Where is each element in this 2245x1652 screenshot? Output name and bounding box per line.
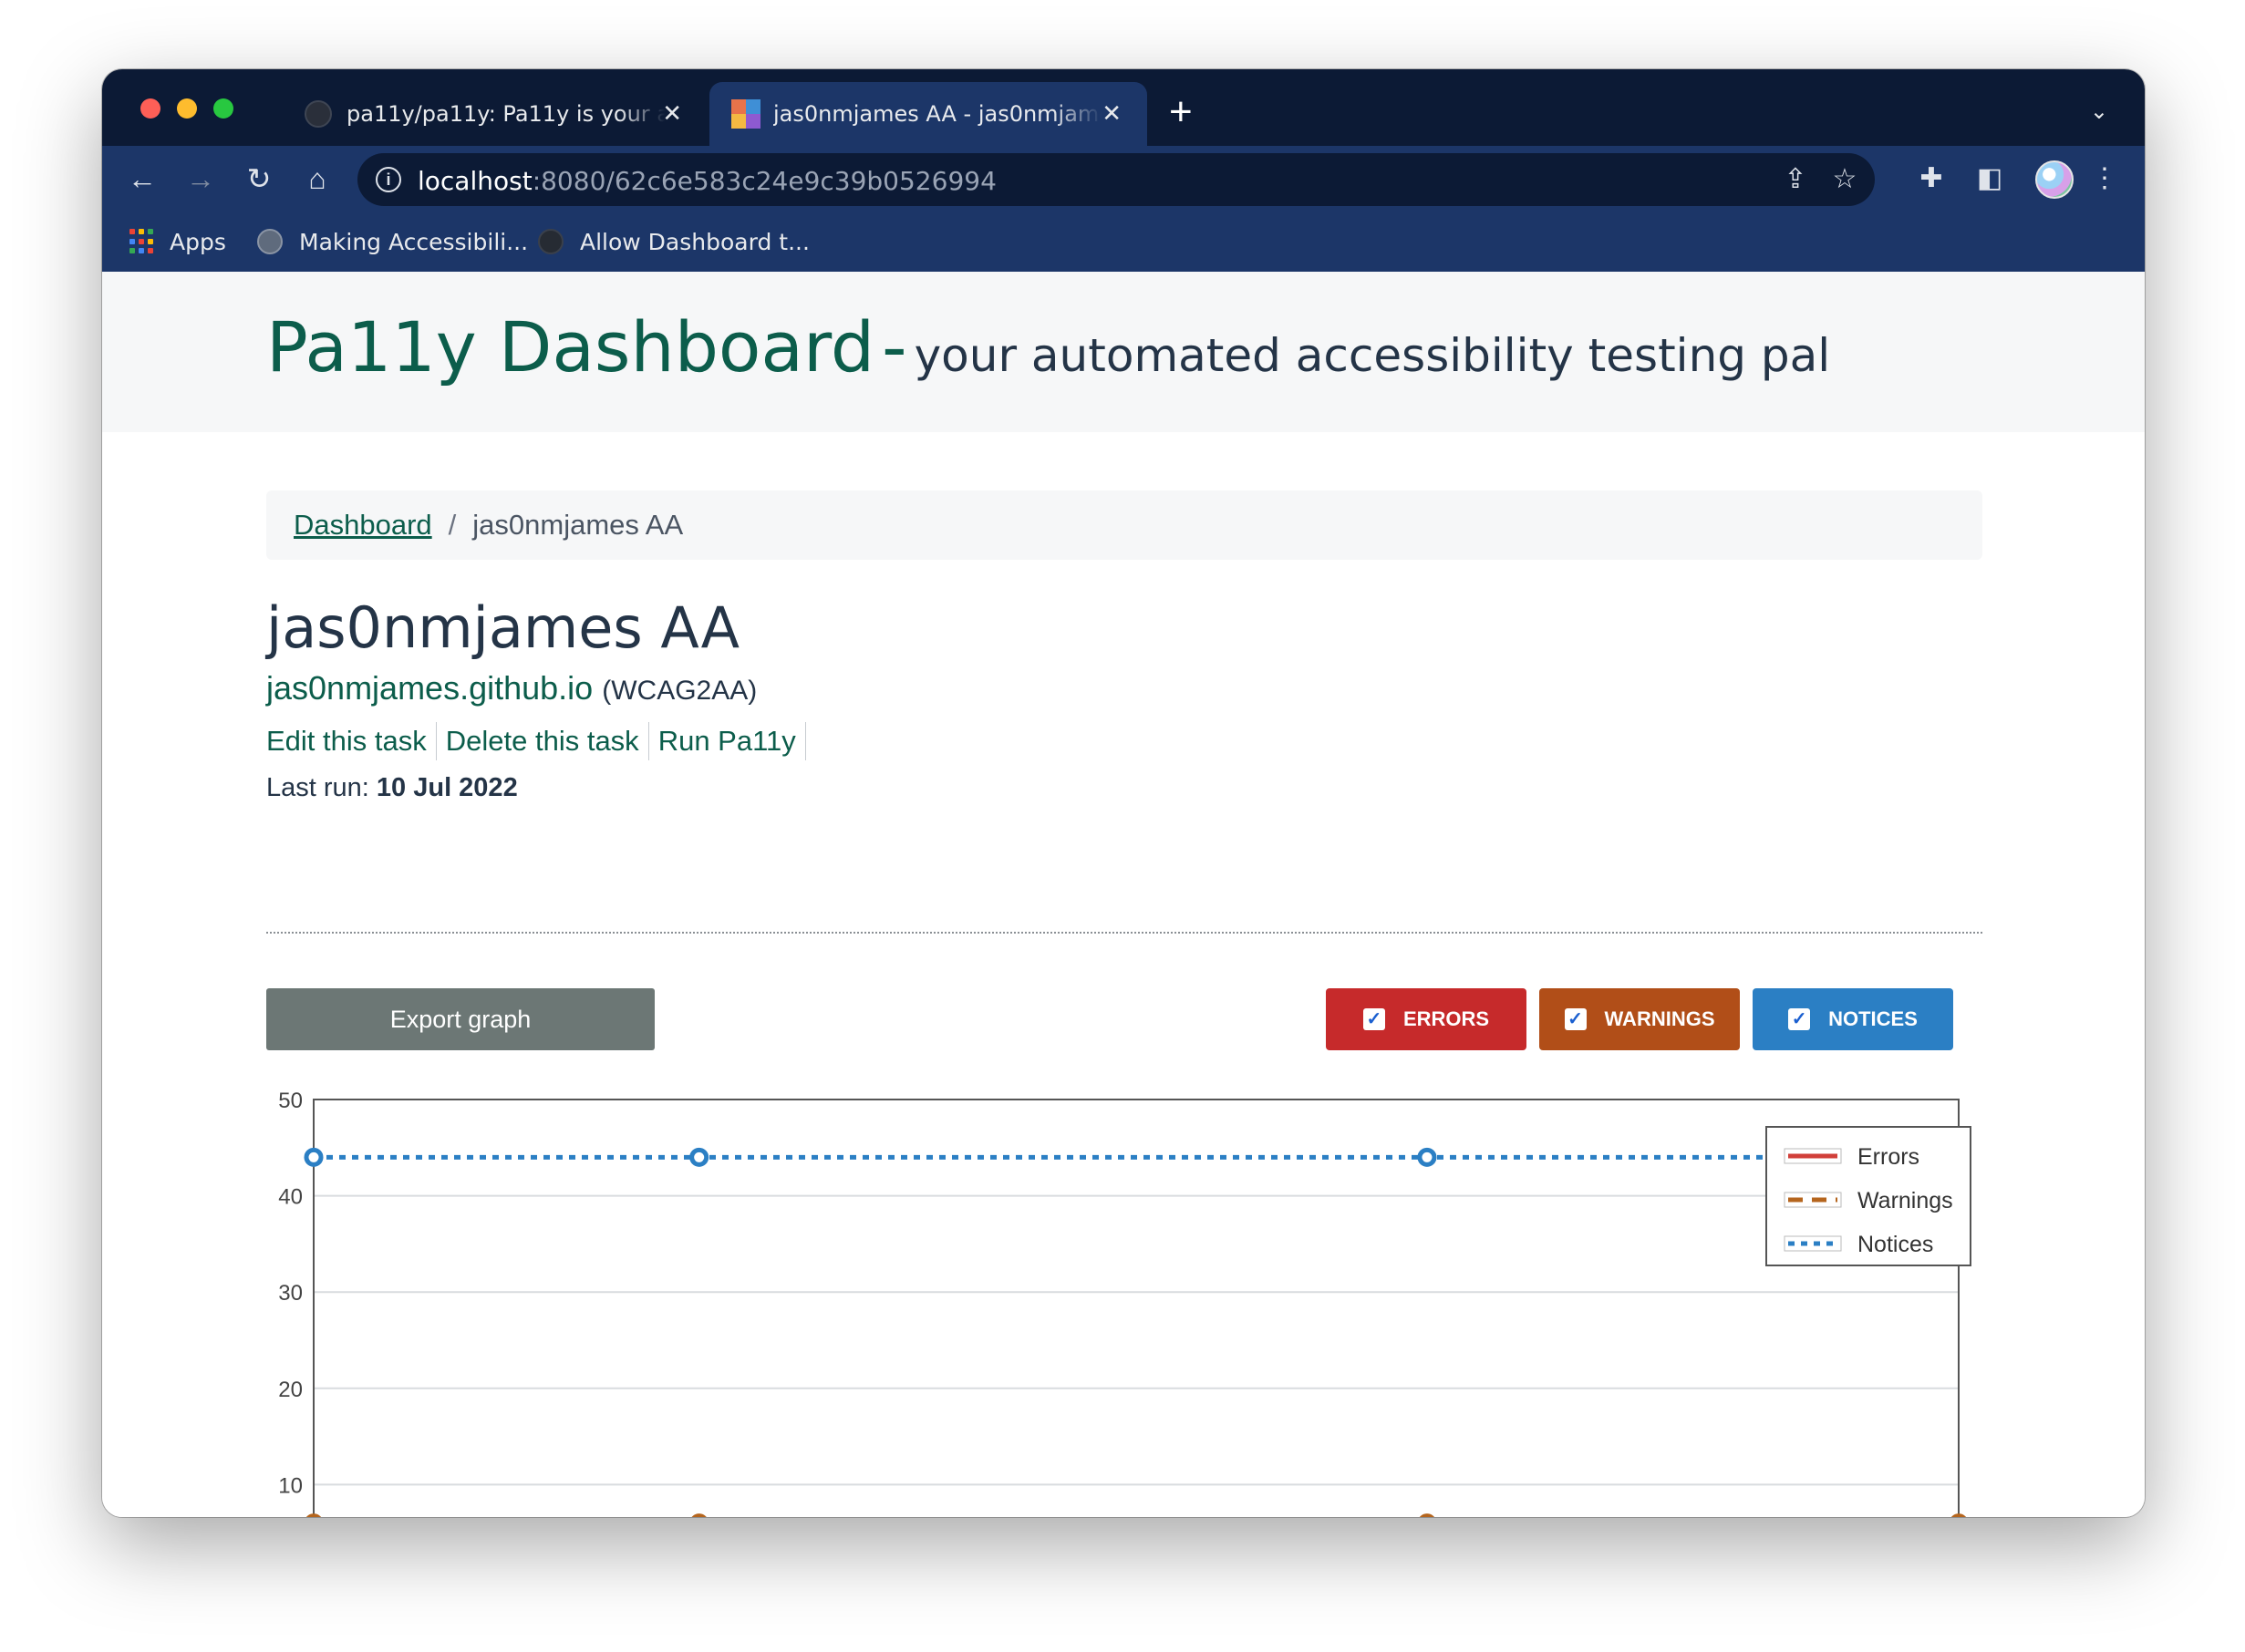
share-icon[interactable]: ⇪ (1780, 164, 1811, 195)
tab-title: pa11y/pa11y: Pa11y is your automated acc… (347, 101, 666, 127)
browser-window: pa11y/pa11y: Pa11y is your automated acc… (102, 69, 2145, 1517)
apps-grid-icon (129, 229, 155, 254)
toggle-label: ERRORS (1402, 1007, 1490, 1030)
breadcrumb-dashboard-link[interactable]: Dashboard (294, 509, 432, 542)
data-point-warnings (1950, 1513, 1967, 1517)
bookmark-making-accessibility[interactable]: Making Accessibili... (257, 224, 528, 259)
y-tick-label: 10 (278, 1473, 303, 1498)
task-standard: (WCAG2AA) (602, 676, 758, 706)
last-run-date: 10 Jul 2022 (376, 773, 518, 802)
checkbox-checked-icon[interactable]: ✓ (1788, 1008, 1811, 1030)
site-info-icon[interactable]: i (376, 167, 401, 192)
legend-label: Errors (1857, 1144, 1919, 1170)
data-point-notices (304, 1147, 324, 1167)
url-host: localhost (418, 166, 533, 196)
delete-task-link[interactable]: Delete this task (437, 722, 649, 760)
pa11y-favicon-icon (731, 99, 760, 129)
back-icon[interactable]: ← (122, 159, 162, 199)
data-point-warnings (691, 1513, 707, 1517)
title-separator: - (882, 306, 907, 387)
bookmark-label: Making Accessibili... (299, 228, 529, 255)
github-icon (305, 100, 332, 128)
data-point-warnings (305, 1513, 322, 1517)
url-path: :8080/62c6e583c24e9c39b0526994 (532, 166, 997, 196)
bookmarks-bar: Apps Making Accessibili... Allow Dashboa… (102, 212, 2145, 272)
breadcrumb: Dashboard / jas0nmjames AA (266, 490, 1982, 560)
site-header: Pa11y Dashboard - your automated accessibi… (102, 272, 2145, 432)
data-point-warnings (1419, 1513, 1435, 1517)
breadcrumb-separator: / (448, 509, 457, 541)
more-menu-icon[interactable]: ⋮ (2085, 159, 2125, 199)
task-title: jas0nmjames AA (266, 594, 740, 661)
y-tick-label: 30 (278, 1281, 303, 1306)
site-tagline: your automated accessibility testing pal (914, 329, 1831, 382)
page-content: Pa11y Dashboard - your automated accessibi… (102, 272, 2145, 1517)
minimize-window-button[interactable] (177, 98, 197, 119)
data-point-notices (689, 1147, 709, 1167)
checkbox-checked-icon[interactable]: ✓ (1564, 1008, 1587, 1030)
last-run: Last run: 10 Jul 2022 (266, 773, 518, 803)
task-url-link[interactable]: jas0nmjames.github.io (266, 669, 593, 707)
maximize-window-button[interactable] (213, 98, 233, 119)
browser-toolbar: ← → ↻ ⌂ i localhost:8080/62c6e583c24e9c3… (102, 146, 2145, 212)
side-panel-icon[interactable]: ◧ (1970, 159, 2010, 199)
close-icon[interactable]: ✕ (1102, 100, 1122, 128)
y-tick-label: 20 (278, 1378, 303, 1402)
issues-line-chart: 01020304050ErrorsWarningsNotices (278, 1089, 1971, 1517)
tab-dashboard[interactable]: jas0nmjames AA - jas0nmjames.github.io ✕ (709, 82, 1147, 146)
new-tab-button[interactable]: + (1169, 89, 1193, 135)
extensions-icon[interactable]: ✚ (1911, 159, 1951, 199)
globe-icon (257, 229, 283, 254)
legend-label: Notices (1857, 1232, 1933, 1257)
bookmark-allow-dashboard[interactable]: Allow Dashboard t... (538, 224, 810, 259)
toggle-label: WARNINGS (1604, 1007, 1715, 1030)
close-window-button[interactable] (140, 98, 160, 119)
edit-task-link[interactable]: Edit this task (266, 722, 437, 760)
breadcrumb-current: jas0nmjames AA (472, 509, 684, 541)
tab-strip: pa11y/pa11y: Pa11y is your automated acc… (102, 69, 2145, 146)
run-pa11y-link[interactable]: Run Pa11y (649, 722, 806, 760)
dashboard-brand-link[interactable]: Pa11y Dashboard (266, 306, 874, 387)
legend-label: Warnings (1857, 1188, 1953, 1213)
export-graph-button[interactable]: Export graph (266, 988, 655, 1050)
bookmark-apps[interactable]: Apps (129, 224, 226, 259)
warnings-toggle[interactable]: ✓ WARNINGS (1539, 988, 1740, 1050)
forward-icon[interactable]: → (181, 159, 221, 199)
last-run-label: Last run: (266, 773, 369, 802)
url-text[interactable]: localhost:8080/62c6e583c24e9c39b0526994 (418, 166, 997, 196)
toggle-label: NOTICES (1828, 1007, 1918, 1030)
chevron-down-icon[interactable]: ⌄ (2090, 98, 2108, 125)
bookmark-label: Apps (170, 228, 226, 255)
close-icon[interactable]: ✕ (662, 100, 682, 128)
y-tick-label: 50 (278, 1089, 303, 1113)
bookmark-label: Allow Dashboard t... (580, 228, 810, 255)
address-bar[interactable]: i localhost:8080/62c6e583c24e9c39b052699… (357, 153, 1875, 206)
section-divider (266, 932, 1982, 934)
y-tick-label: 40 (278, 1185, 303, 1210)
checkbox-checked-icon[interactable]: ✓ (1362, 1008, 1385, 1030)
task-url-row: jas0nmjames.github.io (WCAG2AA) (266, 669, 757, 707)
star-icon[interactable]: ☆ (1829, 164, 1860, 195)
tab-title: jas0nmjames AA - jas0nmjames.github.io (773, 101, 1102, 127)
notices-toggle[interactable]: ✓ NOTICES (1753, 988, 1953, 1050)
github-icon (538, 229, 564, 254)
data-point-notices (1417, 1147, 1437, 1167)
profile-avatar[interactable] (2035, 160, 2074, 199)
home-icon[interactable]: ⌂ (297, 159, 337, 199)
site-title: Pa11y Dashboard - your automated accessibi… (266, 306, 1830, 387)
reload-icon[interactable]: ↻ (239, 159, 279, 199)
errors-toggle[interactable]: ✓ ERRORS (1326, 988, 1526, 1050)
plot-frame (313, 1099, 1960, 1517)
task-actions: Edit this task Delete this task Run Pa11… (266, 722, 806, 760)
